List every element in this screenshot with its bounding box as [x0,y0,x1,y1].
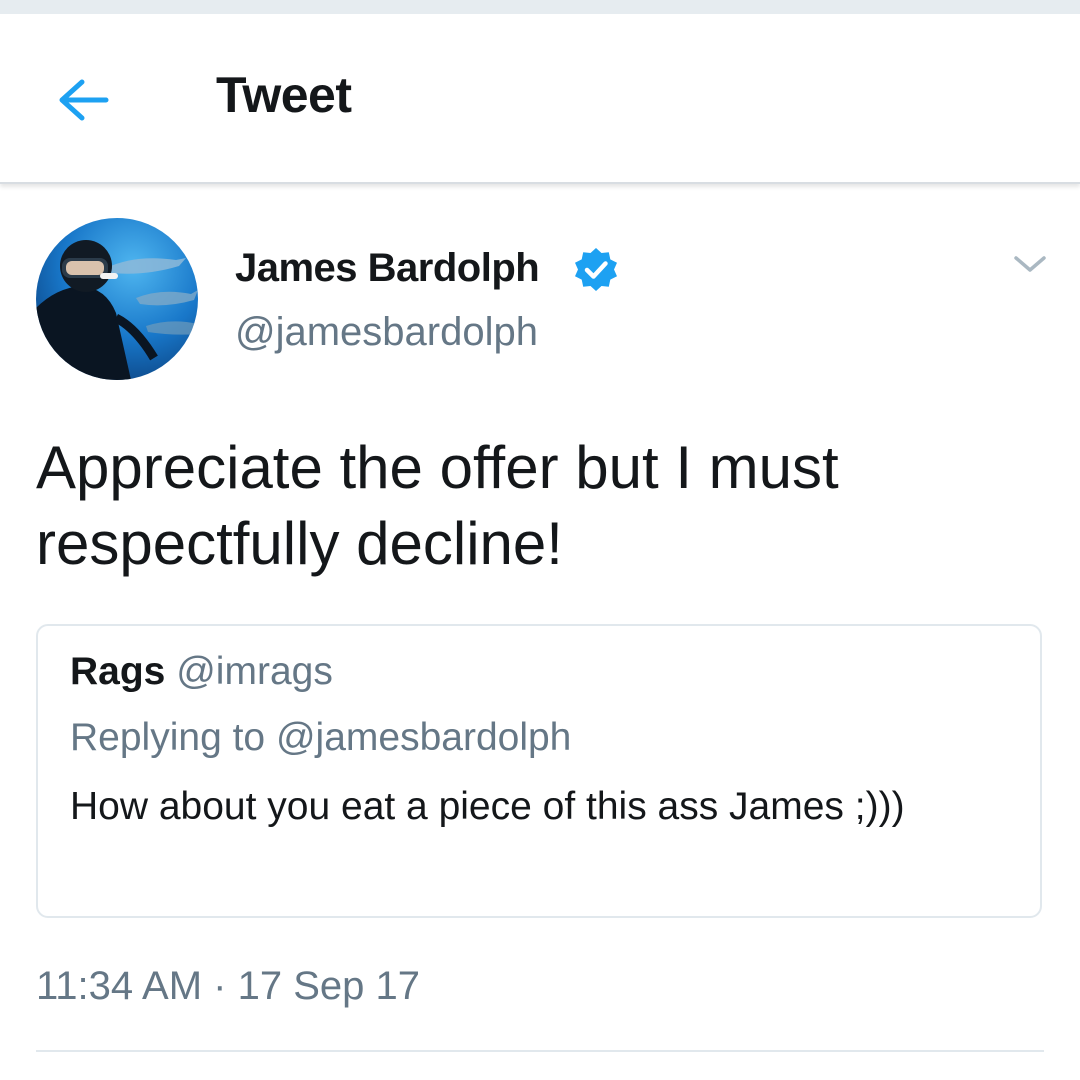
quoted-replying-to: Replying to @jamesbardolph [70,716,572,759]
avatar[interactable] [36,218,198,380]
tweet-text: Appreciate the offer but I must respectf… [36,434,839,577]
divider [36,1050,1044,1052]
author-name[interactable]: James Bardolph [235,246,540,291]
quoted-author-name: Rags [70,650,166,693]
quoted-author-handle: @imrags [176,650,333,693]
tweet-timestamp: 11:34 AM · 17 Sep 17 [36,964,420,1008]
tweet-menu-button[interactable] [1010,250,1050,278]
quoted-author-line: Rags @imrags [70,650,333,694]
page-title: Tweet [216,67,352,123]
top-app-bar: Tweet [0,14,1080,184]
arrow-left-icon [59,79,109,121]
avatar-image [36,218,198,380]
chevron-down-icon [1014,256,1046,272]
verified-badge-icon [575,248,617,291]
quoted-tweet-card[interactable]: Rags @imrags Replying to @jamesbardolph … [36,624,1042,918]
author-handle[interactable]: @jamesbardolph [235,310,538,355]
back-button[interactable] [50,74,120,126]
quoted-tweet-text: How about you eat a piece of this ass Ja… [70,785,905,828]
status-bar-strip [0,0,1080,14]
